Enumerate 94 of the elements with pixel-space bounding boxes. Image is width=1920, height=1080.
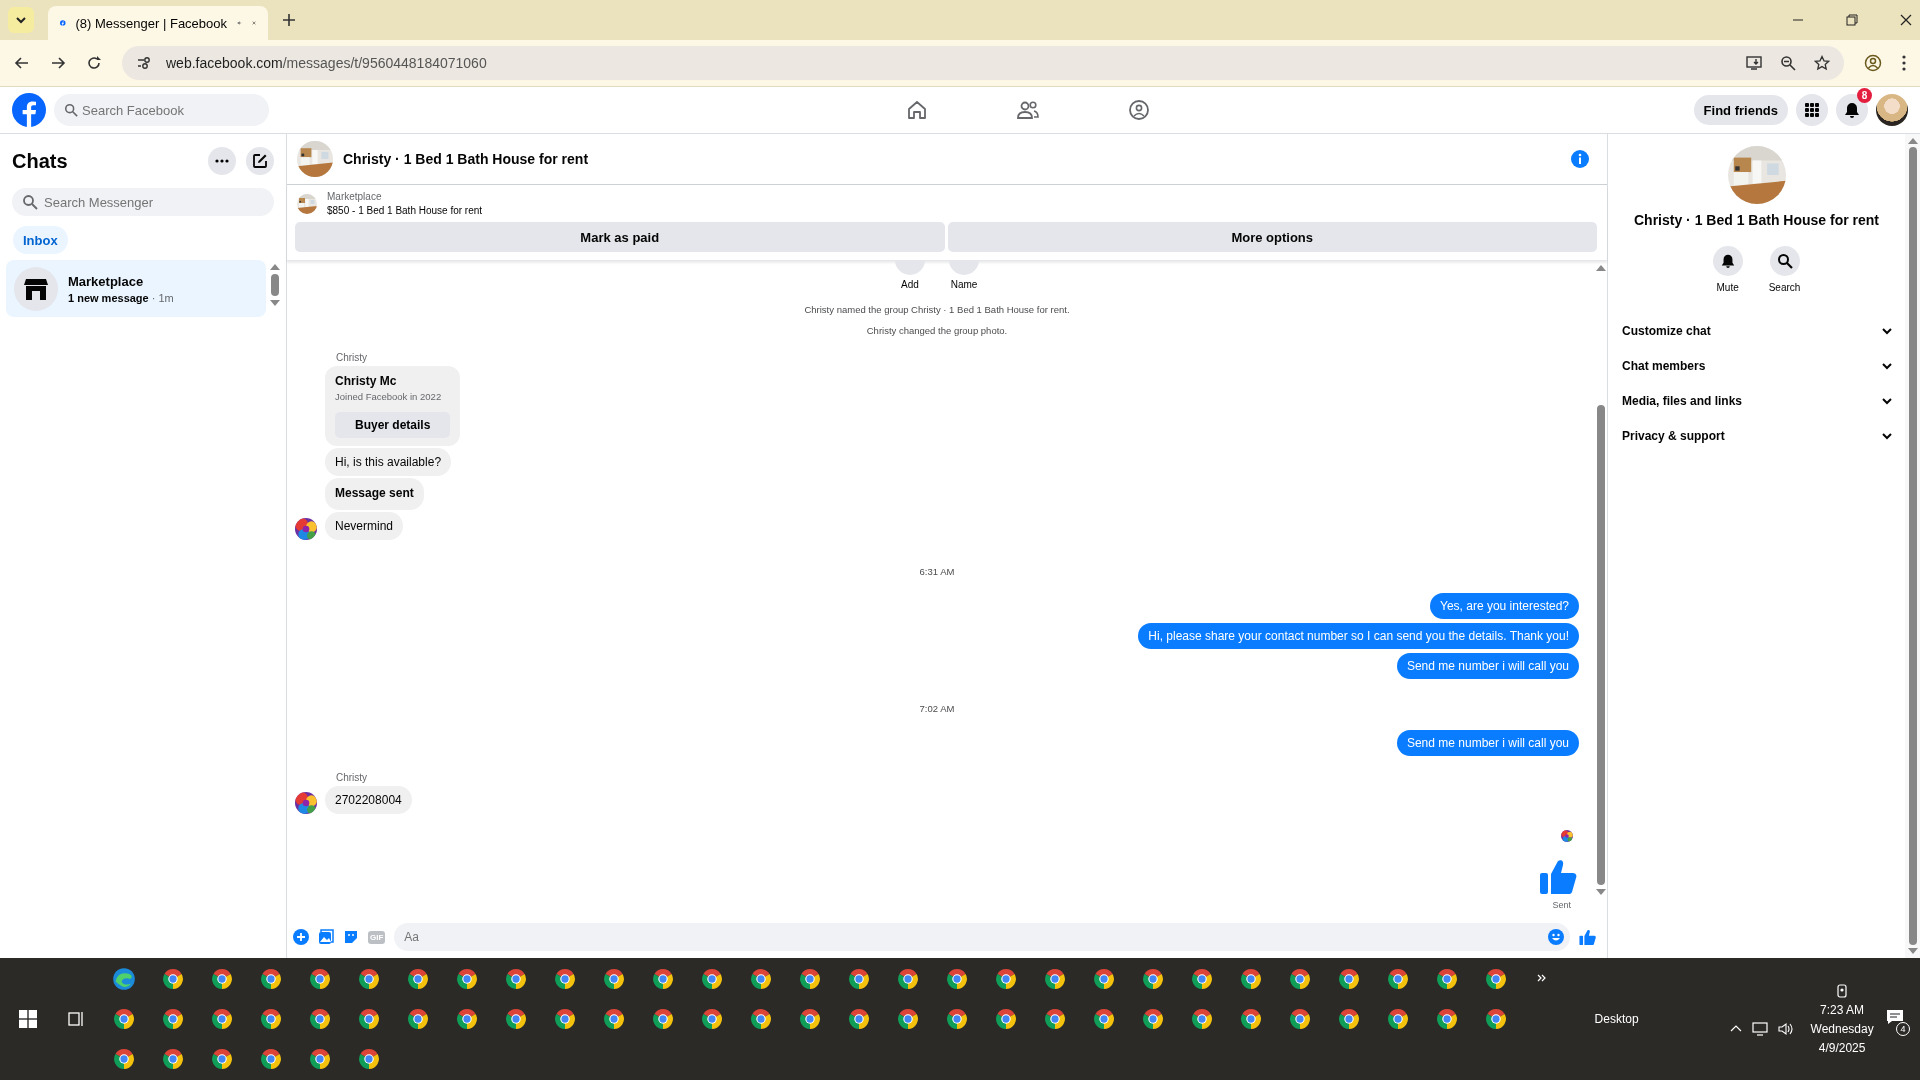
listing-source: Marketplace xyxy=(327,191,383,202)
incoming-message: Hi, is this available? xyxy=(325,448,452,476)
conversation-title[interactable]: Christy · 1 Bed 1 Bath House for rent xyxy=(343,151,589,167)
listing-title[interactable]: $850 - 1 Bed 1 Bath House for rent xyxy=(327,205,483,216)
message-field[interactable]: Aa xyxy=(394,923,1570,951)
chats-title: Chats xyxy=(12,149,68,173)
sticker-icon[interactable] xyxy=(343,929,359,945)
scrollbar[interactable] xyxy=(1905,134,1920,958)
home-icon[interactable] xyxy=(905,99,928,121)
grid-icon xyxy=(1804,102,1820,118)
close-icon[interactable] xyxy=(1900,14,1912,26)
clock-day[interactable]: Wednesday xyxy=(1810,1021,1874,1036)
chevrons-icon[interactable] xyxy=(1536,974,1547,982)
details-section[interactable]: Privacy & support xyxy=(1608,418,1905,453)
search-field[interactable]: Search Messenger xyxy=(12,188,274,216)
incoming-message: 2702208004 xyxy=(325,786,412,814)
task-view-icon[interactable] xyxy=(66,1010,85,1028)
search-icon xyxy=(1776,253,1793,269)
notification-badge: 4 xyxy=(1896,1022,1910,1036)
outgoing-message: Send me number i will call you xyxy=(1396,653,1579,679)
profile-icon[interactable] xyxy=(1864,54,1882,72)
install-icon[interactable] xyxy=(1746,55,1762,71)
thumbs-up-icon[interactable] xyxy=(1579,928,1597,946)
menu-icon[interactable] xyxy=(1902,55,1906,71)
restore-icon[interactable] xyxy=(1846,14,1858,26)
conversation-name: Christy · 1 Bed 1 Bath House for rent xyxy=(1633,212,1879,228)
system-message: Christy named the group Christy · 1 Bed 1 Bath House for rent. xyxy=(804,304,1070,315)
delivery-status: Sent xyxy=(1552,900,1571,910)
notification-badge: 8 xyxy=(1857,88,1872,103)
listing-action-button[interactable]: More options xyxy=(947,222,1597,252)
new-tab-icon[interactable] xyxy=(282,13,296,27)
desktop-label[interactable]: Desktop xyxy=(1594,1012,1731,1026)
system-message: Christy changed the group photo. xyxy=(866,325,1008,336)
caret-icon xyxy=(15,14,27,26)
chat-preview: 1 new message · 1m xyxy=(68,291,174,304)
speaker-icon[interactable] xyxy=(1778,1022,1795,1036)
avatar[interactable] xyxy=(1876,94,1908,126)
timestamp: 7:02 AM xyxy=(919,703,955,714)
search-icon xyxy=(64,103,78,117)
action-label: Mute xyxy=(1716,282,1739,293)
emoji-icon[interactable] xyxy=(1548,929,1564,945)
notification-center-icon[interactable] xyxy=(1886,1008,1904,1026)
search-field[interactable]: Search Facebook xyxy=(54,94,269,126)
compose-icon xyxy=(252,153,268,169)
reload-icon[interactable] xyxy=(86,55,102,71)
filter-tab[interactable]: Inbox xyxy=(13,226,68,254)
outgoing-message: Hi, please share your contact number so I can send you the details. Thank you! xyxy=(1138,623,1579,649)
find-friends-button[interactable]: Find friends xyxy=(1693,95,1788,125)
timestamp: 6:31 AM xyxy=(919,566,955,577)
group-action-label[interactable]: Add xyxy=(901,279,919,290)
outgoing-message: Send me number i will call you xyxy=(1396,730,1579,756)
meet-now-icon[interactable] xyxy=(1835,983,1850,998)
address-field[interactable]: web.facebook.com/messages/t/9560448184071060 xyxy=(122,46,1844,80)
back-icon[interactable] xyxy=(14,55,30,71)
new-message-button[interactable] xyxy=(246,147,274,175)
incoming-message: Nevermind xyxy=(325,512,404,540)
friends-icon[interactable] xyxy=(1015,99,1040,121)
buyer-name: Christy Mc xyxy=(335,374,397,388)
buyer-joined: Joined Facebook in 2022 xyxy=(335,391,442,402)
action-label: Search xyxy=(1768,282,1801,293)
forward-icon[interactable] xyxy=(50,55,66,71)
details-section[interactable]: Customize chat xyxy=(1608,313,1905,348)
listing-action-button[interactable]: Mark as paid xyxy=(295,222,945,252)
bell-icon xyxy=(1843,101,1861,119)
image-icon[interactable] xyxy=(318,929,334,945)
more-icon xyxy=(215,159,229,163)
clock-time[interactable]: 7:23 AM xyxy=(1820,1002,1865,1017)
plus-icon[interactable] xyxy=(293,929,309,945)
buyer-details-button[interactable]: Buyer details xyxy=(335,412,451,438)
groups-icon[interactable] xyxy=(1127,99,1150,121)
details-section[interactable]: Media, files and links xyxy=(1608,383,1905,418)
chat-item[interactable]: Marketplace 1 new message · 1m xyxy=(6,260,266,317)
network-icon[interactable] xyxy=(1752,1022,1769,1036)
site-settings-icon[interactable] xyxy=(136,55,152,71)
tab-search-button[interactable] xyxy=(8,7,34,33)
sender-name: Christy xyxy=(336,772,368,783)
windows-icon[interactable] xyxy=(18,1010,37,1028)
chat-name: Marketplace xyxy=(68,273,145,289)
search-button[interactable] xyxy=(1769,246,1800,276)
info-icon[interactable] xyxy=(1571,150,1589,168)
more-button[interactable] xyxy=(208,147,236,175)
star-icon[interactable] xyxy=(1814,55,1830,71)
details-section[interactable]: Chat members xyxy=(1608,348,1905,383)
search-icon xyxy=(22,194,38,210)
bell-icon xyxy=(1719,253,1736,269)
sender-name: Christy xyxy=(336,352,368,363)
menu-button[interactable] xyxy=(1796,94,1828,126)
mute-button[interactable] xyxy=(1712,246,1743,276)
group-action-label[interactable]: Name xyxy=(950,279,978,290)
facebook-logo[interactable] xyxy=(12,93,46,127)
outgoing-message: Yes, are you interested? xyxy=(1430,593,1579,619)
clock-date[interactable]: 4/9/2025 xyxy=(1818,1040,1866,1055)
incoming-message: Message sent xyxy=(325,478,424,510)
zoom-icon[interactable] xyxy=(1780,55,1796,71)
